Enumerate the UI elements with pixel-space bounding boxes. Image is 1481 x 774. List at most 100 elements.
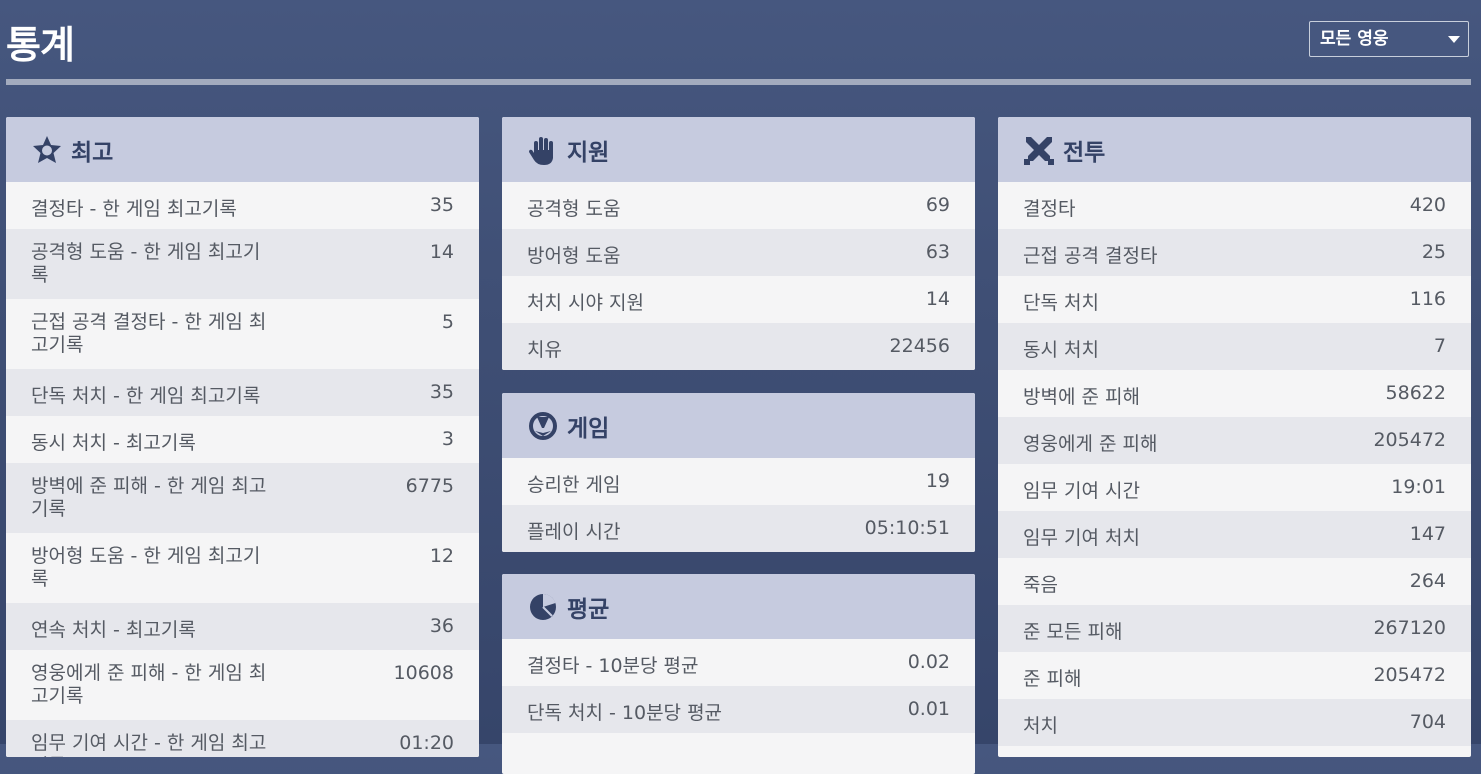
average-panel: 평균 결정타 - 10분당 평균 0.02 단독 처치 - 10분당 평균 0.01: [502, 574, 975, 774]
stat-label: 단독 처치: [1023, 292, 1099, 314]
stat-value: 264: [1409, 570, 1446, 592]
stat-row: 결정타 420: [998, 182, 1471, 229]
stat-label: 결정타 - 한 게임 최고기록: [31, 198, 237, 220]
combat-panel-title: 전투: [1063, 139, 1106, 166]
stat-value: 3: [441, 428, 454, 450]
best-panel: 최고 결정타 - 한 게임 최고기록 35 공격형 도움 - 한 게임 최고기록 1…: [6, 117, 479, 757]
stat-value: 05:10:51: [864, 517, 950, 539]
stat-value: 205472: [1373, 429, 1446, 451]
stat-value: 25: [1421, 241, 1446, 263]
stat-label: 근접 공격 결정타: [1023, 245, 1158, 267]
stat-row: 플레이 시간 05:10:51: [502, 505, 975, 552]
stat-label: 방어형 도움 - 한 게임 최고기록: [31, 545, 261, 590]
stat-label: 죽음: [1023, 574, 1058, 596]
stat-value: 19:01: [1391, 476, 1446, 498]
stat-value: 63: [925, 241, 950, 263]
page-title: 통계: [6, 23, 75, 67]
stat-row: 연속 처치 - 최고기록 36: [6, 603, 479, 650]
stat-row: 임무 기여 시간 - 한 게임 최고기록01:20: [6, 720, 479, 757]
stat-row: 처치 704: [998, 699, 1471, 746]
stat-row: 근접 공격 결정타 - 한 게임 최고기록 5: [6, 299, 479, 369]
stat-label: 영웅에게 준 피해: [1023, 433, 1158, 455]
stat-row: 단독 처치 - 10분당 평균 0.01: [502, 686, 975, 733]
combat-panel: 전투 결정타 420 근접 공격 결정타 25 단독 처치 116 동시 처치 7 방벽…: [998, 117, 1471, 757]
stat-row: 결정타 - 10분당 평균 0.02: [502, 639, 975, 686]
stat-row: 방벽에 준 피해 58622: [998, 370, 1471, 417]
stat-value: 6775: [405, 475, 454, 497]
stat-value: 704: [1409, 711, 1446, 733]
stat-row: 방벽에 준 피해 - 한 게임 최고기록 6775: [6, 463, 479, 533]
stat-label: 처치 시야 지원: [527, 292, 644, 314]
stat-row: 치유 22456: [502, 323, 975, 370]
assist-panel: 지원 공격형 도움 69 방어형 도움 63 처치 시야 지원 14 치유 22456: [502, 117, 975, 370]
stat-value: 147: [1409, 523, 1446, 545]
stat-value: 12: [429, 545, 454, 567]
stat-row: 처치 시야 지원 14: [502, 276, 975, 323]
best-panel-header: 최고: [6, 117, 479, 182]
stat-row: 준 피해 205472: [998, 652, 1471, 699]
stat-value: 22456: [889, 335, 950, 357]
assist-panel-title: 지원: [567, 139, 610, 166]
stat-value: 35: [429, 194, 454, 216]
stat-label: 단독 처치 - 한 게임 최고기록: [31, 385, 261, 407]
stat-label: 단독 처치 - 10분당 평균: [527, 702, 723, 724]
game-panel-title: 게임: [567, 415, 610, 442]
stat-label: 공격형 도움 - 한 게임 최고기록: [31, 241, 261, 286]
chevron-down-icon: [1448, 36, 1460, 43]
stat-row: 결정타 - 한 게임 최고기록 35: [6, 182, 479, 229]
average-panel-header: 평균: [502, 574, 975, 639]
stat-label: 방어형 도움: [527, 245, 621, 267]
stat-label: 공격형 도움: [527, 198, 621, 220]
stat-row: 준 모든 피해 267120: [998, 605, 1471, 652]
stat-label: 승리한 게임: [527, 474, 621, 496]
stat-label: 임무 기여 시간: [1023, 480, 1140, 502]
stat-label: 동시 처치 - 최고기록: [31, 432, 196, 454]
stat-row: 승리한 게임 19: [502, 458, 975, 505]
stat-value: 10608: [393, 662, 454, 684]
stat-row: 죽음 264: [998, 558, 1471, 605]
stat-label: 연속 처치 - 최고기록: [31, 619, 196, 641]
overwatch-logo-icon: [527, 410, 559, 442]
stat-label: 처치: [1023, 715, 1058, 737]
stat-value: 58622: [1385, 382, 1446, 404]
stat-value: 35: [429, 381, 454, 403]
stat-value: 14: [429, 241, 454, 263]
stat-label: 영웅에게 준 피해 - 한 게임 최고기록: [31, 662, 267, 707]
game-panel: 게임 승리한 게임 19 플레이 시간 05:10:51: [502, 393, 975, 552]
game-panel-header: 게임: [502, 393, 975, 458]
stat-row: 영웅에게 준 피해 205472: [998, 417, 1471, 464]
stat-value: 205472: [1373, 664, 1446, 686]
stat-row: 근접 공격 결정타 25: [998, 229, 1471, 276]
stat-value: 116: [1409, 288, 1446, 310]
hero-select-dropdown[interactable]: 모든 영웅: [1309, 21, 1469, 57]
stat-label: 치유: [527, 339, 562, 361]
stat-row: 단독 처치 - 한 게임 최고기록 35: [6, 369, 479, 416]
stat-label: 방벽에 준 피해: [1023, 386, 1140, 408]
stat-row: 동시 처치 - 최고기록 3: [6, 416, 479, 463]
stat-label: 결정타 - 10분당 평균: [527, 655, 699, 677]
crossed-swords-icon: [1023, 134, 1055, 166]
stat-row: 동시 처치 7: [998, 323, 1471, 370]
stat-label: 준 모든 피해: [1023, 621, 1123, 643]
best-panel-title: 최고: [71, 139, 114, 166]
stat-value: 0.02: [907, 651, 950, 673]
stat-row: 방어형 도움 - 한 게임 최고기록 12: [6, 533, 479, 603]
stat-value: 19: [925, 470, 950, 492]
pie-chart-icon: [527, 591, 559, 623]
stat-row: 영웅에게 준 피해 - 한 게임 최고기록 10608: [6, 650, 479, 720]
stat-label: 동시 처치: [1023, 339, 1099, 361]
stat-value: 7: [1433, 335, 1446, 357]
stat-row: 공격형 도움 69: [502, 182, 975, 229]
stat-row: 공격형 도움 - 한 게임 최고기록 14: [6, 229, 479, 299]
stat-value: 267120: [1373, 617, 1446, 639]
stat-label: 임무 기여 시간 - 한 게임 최고기록: [31, 732, 267, 757]
average-panel-title: 평균: [567, 596, 610, 623]
stat-value: 5: [441, 311, 454, 333]
stat-value: 36: [429, 615, 454, 637]
stat-value: 69: [925, 194, 950, 216]
stat-row: 임무 기여 시간 19:01: [998, 464, 1471, 511]
stat-label: 결정타: [1023, 198, 1076, 220]
combat-panel-header: 전투: [998, 117, 1471, 182]
stat-value: 420: [1409, 194, 1446, 216]
hand-icon: [527, 134, 559, 166]
